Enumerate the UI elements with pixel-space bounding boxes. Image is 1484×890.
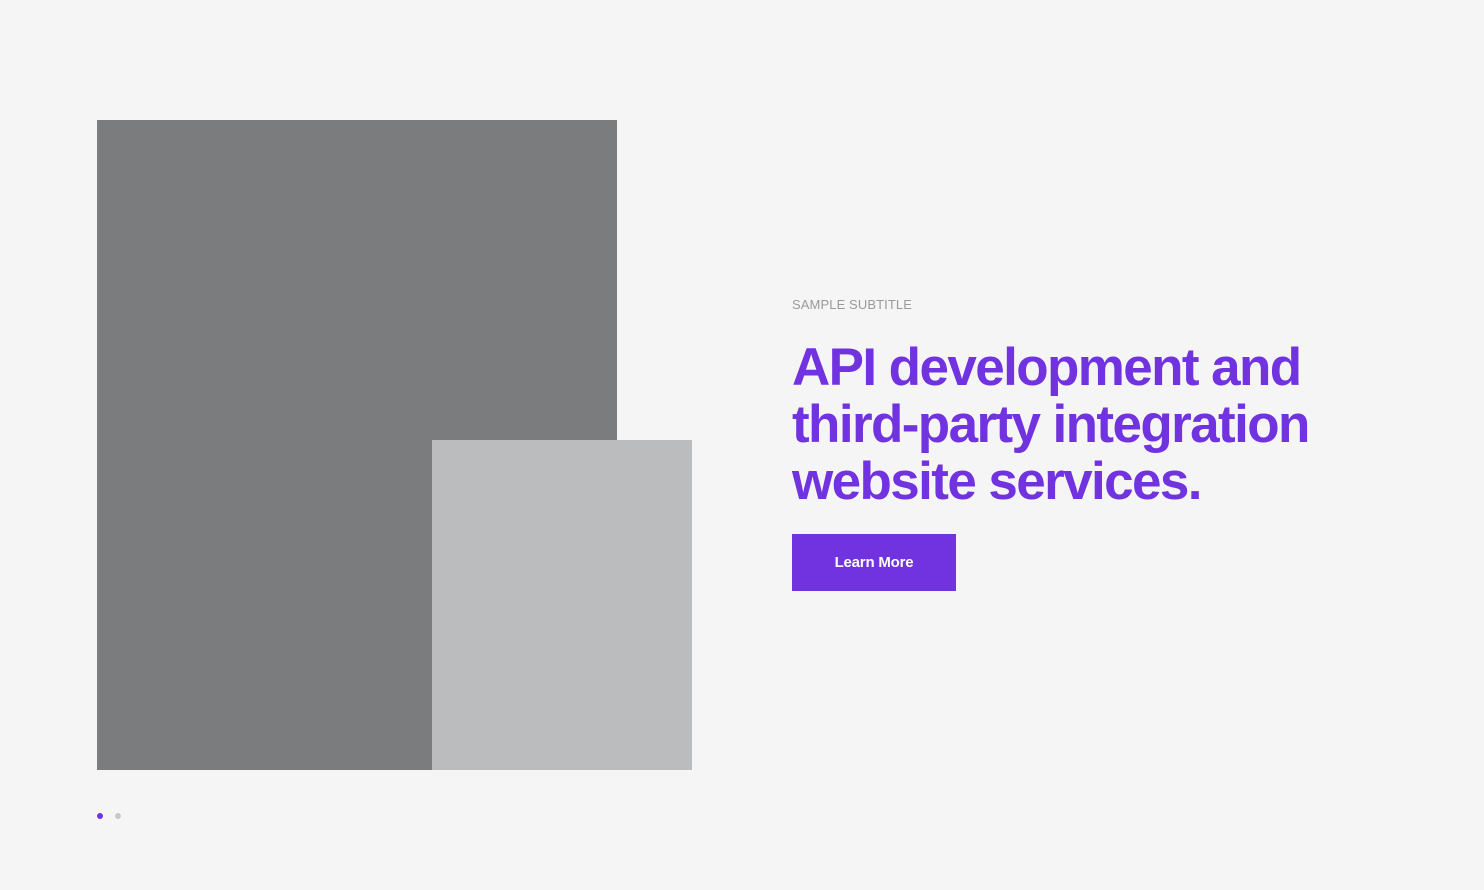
slider-dot-2[interactable] <box>115 813 121 819</box>
slider-dot-1[interactable] <box>97 813 103 819</box>
hero-headline-line: website services. <box>792 452 1202 511</box>
hero-headline-line: third-party integration <box>792 395 1310 454</box>
hero-headline: API development and third-party integrat… <box>792 339 1412 510</box>
hero-section: SAMPLE SUBTITLE API development and thir… <box>0 0 1484 890</box>
hero-headline-line: API development and <box>792 338 1302 397</box>
hero-content: SAMPLE SUBTITLE API development and thir… <box>792 296 1412 591</box>
learn-more-button[interactable]: Learn More <box>792 534 956 591</box>
hero-subtitle: SAMPLE SUBTITLE <box>792 297 912 312</box>
slider-pagination <box>97 813 121 819</box>
hero-image-secondary <box>432 440 692 770</box>
